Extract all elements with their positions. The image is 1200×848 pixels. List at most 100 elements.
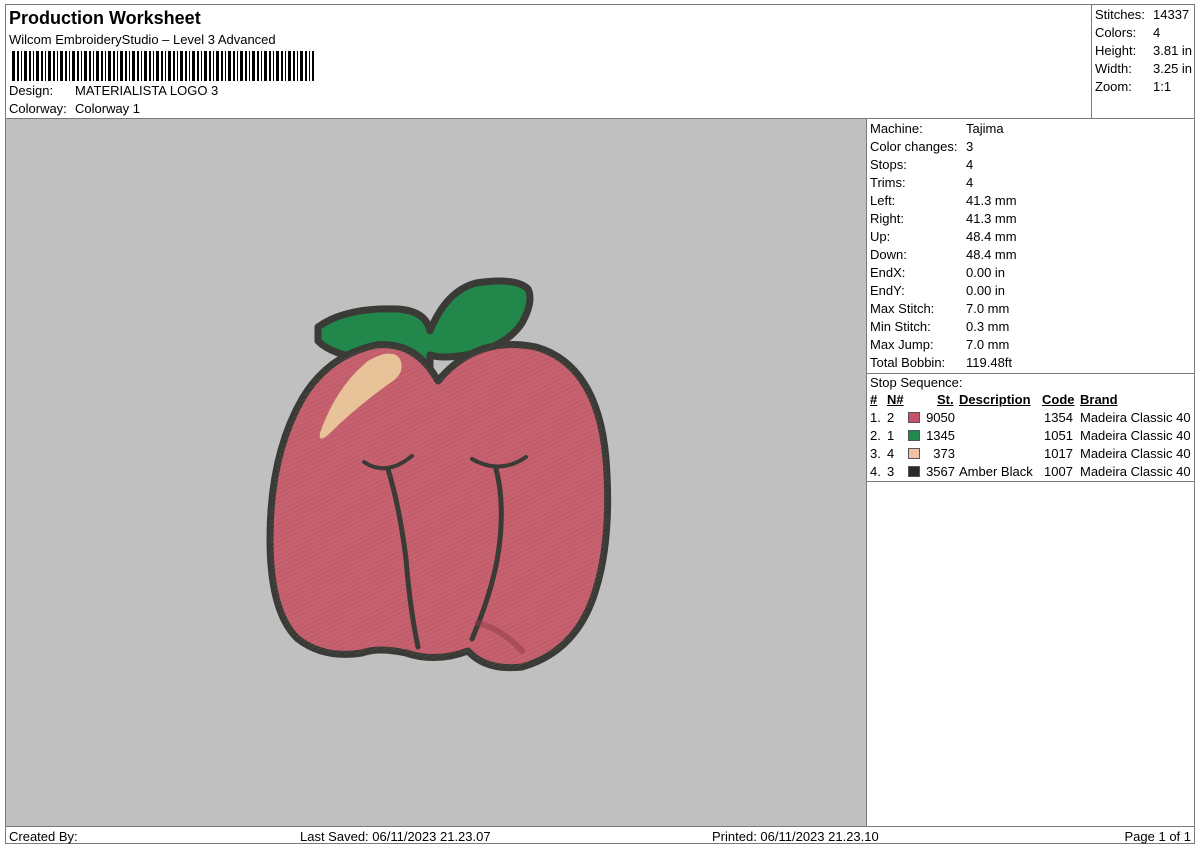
created-by: Created By: (9, 829, 78, 844)
info-value: 7.0 mm (966, 337, 1010, 352)
stat-value: 14337 (1153, 7, 1190, 22)
barcode-bar (156, 51, 159, 81)
barcode-bar (201, 51, 202, 81)
stat-row: Height: 3.81 in (1095, 43, 1192, 58)
info-value: 0.3 mm (966, 319, 1010, 334)
row-description: Amber Black (959, 464, 1033, 479)
colorway-value: Colorway 1 (75, 101, 141, 116)
row-num: 1. (870, 410, 881, 425)
col-header-code: Code (1042, 392, 1075, 407)
barcode-bar (48, 51, 51, 81)
barcode-bar (204, 51, 207, 81)
barcode-bar (237, 51, 238, 81)
info-row: EndX: 0.00 in (870, 265, 1005, 280)
barcode-bar (297, 51, 298, 81)
design-row: Design: MATERIALISTA LOGO 3 (9, 83, 218, 98)
info-label: Machine: (870, 121, 923, 136)
barcode-bar (269, 51, 271, 81)
barcode-bar (189, 51, 190, 81)
row-brand: Madeira Classic 40 (1080, 428, 1191, 443)
info-row: Left: 41.3 mm (870, 193, 1017, 208)
row-brand: Madeira Classic 40 (1080, 446, 1191, 461)
info-label: Trims: (870, 175, 906, 190)
stat-row: Zoom: 1:1 (1095, 79, 1171, 94)
embroidery-design-image (266, 277, 612, 672)
info-label: Up: (870, 229, 891, 244)
barcode-bar (213, 51, 214, 81)
info-label: Color changes: (870, 139, 958, 154)
barcode-bar (17, 51, 19, 81)
barcode-bar (96, 51, 99, 81)
info-value: 0.00 in (966, 265, 1006, 280)
barcode-bar (84, 51, 87, 81)
barcode-bar (57, 51, 58, 81)
barcode-bar (77, 51, 79, 81)
barcode-bar (149, 51, 151, 81)
barcode-bar (221, 51, 223, 81)
barcode-bar (168, 51, 171, 81)
barcode-bar (261, 51, 262, 81)
barcode-bar (309, 51, 310, 81)
barcode-bar (72, 51, 75, 81)
barcode-bar (228, 51, 231, 81)
col-header-needle: N# (887, 392, 904, 407)
barcode-bar (173, 51, 175, 81)
barcode-bar (233, 51, 235, 81)
info-row: Total Bobbin: 119.48ft (870, 355, 1012, 370)
barcode-bar (249, 51, 250, 81)
machine-info-panel: Machine: Tajima Color changes: 3 Stops: 4 T… (867, 119, 1195, 826)
barcode-bar (185, 51, 187, 81)
barcode-bar (197, 51, 199, 81)
info-label: Down: (870, 247, 907, 262)
col-header-stitches: St. (937, 392, 954, 407)
barcode-bar (252, 51, 255, 81)
row-needle: 3 (887, 464, 895, 479)
barcode-bar (36, 51, 39, 81)
stat-label: Colors: (1095, 25, 1137, 40)
barcode-bar (108, 51, 111, 81)
stat-value: 1:1 (1153, 79, 1172, 94)
color-swatch (908, 412, 920, 423)
stat-value: 3.81 in (1153, 43, 1193, 58)
barcode-bar (45, 51, 46, 81)
barcode-bar (89, 51, 91, 81)
info-row: Down: 48.4 mm (870, 247, 1017, 262)
barcode-bar (285, 51, 286, 81)
barcode-bar (93, 51, 94, 81)
barcode-bar (288, 51, 291, 81)
row-code: 1007 (1044, 464, 1073, 479)
barcode-bar (132, 51, 135, 81)
info-label: Max Jump: (870, 337, 934, 352)
barcode-bar (180, 51, 183, 81)
color-swatch (908, 466, 920, 477)
col-header-num: # (870, 392, 878, 407)
row-num: 2. (870, 428, 881, 443)
barcode-bar (12, 51, 15, 81)
barcode-bar (137, 51, 139, 81)
barcode-bar (264, 51, 267, 81)
info-row: Max Jump: 7.0 mm (870, 337, 1009, 352)
barcode-bar (33, 51, 34, 81)
row-code: 1354 (1044, 410, 1073, 425)
barcode-bar (161, 51, 163, 81)
barcode-bar (21, 51, 22, 81)
barcode-bar (60, 51, 63, 81)
barcode-bar (113, 51, 115, 81)
stat-row: Colors: 4 (1095, 25, 1160, 40)
info-label: Left: (870, 193, 896, 208)
barcode-bar (281, 51, 283, 81)
info-row: EndY: 0.00 in (870, 283, 1005, 298)
design-preview (6, 119, 867, 826)
barcode-bar (105, 51, 106, 81)
stat-label: Zoom: (1095, 79, 1132, 94)
barcode-bar (245, 51, 247, 81)
barcode-bar (177, 51, 178, 81)
row-code: 1051 (1044, 428, 1073, 443)
stat-value: 4 (1153, 25, 1161, 40)
row-needle: 2 (887, 410, 895, 425)
barcode-bar (101, 51, 103, 81)
stat-label: Width: (1095, 61, 1132, 76)
section-divider (867, 481, 1195, 482)
col-header-brand: Brand (1080, 392, 1118, 407)
row-stitches: 1345 (926, 428, 955, 443)
